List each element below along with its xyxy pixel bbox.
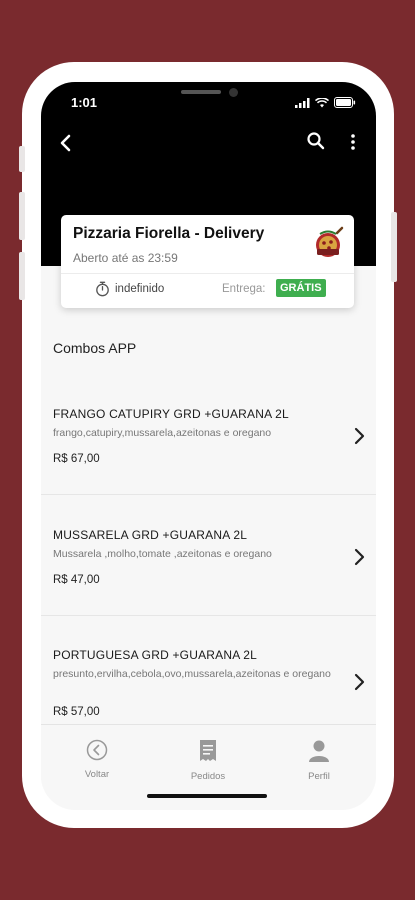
screen: 1:01 Pizzaria Fiorella - Delivery Aberto… (41, 82, 376, 810)
menu-item[interactable]: FRANGO CATUPIRY GRD +GUARANA 2L frango,c… (41, 374, 376, 495)
item-price: R$ 67,00 (53, 453, 100, 465)
item-title: PORTUGUESA GRD +GUARANA 2L (53, 648, 258, 662)
item-title: MUSSARELA GRD +GUARANA 2L (53, 528, 248, 542)
bottom-navigation: Voltar Pedidos Perfil (41, 724, 376, 786)
menu-list: FRANGO CATUPIRY GRD +GUARANA 2L frango,c… (41, 374, 376, 737)
delivery-time-estimate: indefinido (95, 281, 164, 297)
time-estimate-text: indefinido (115, 283, 165, 295)
nav-orders-label: Pedidos (190, 771, 226, 782)
nav-back-label: Voltar (84, 769, 110, 780)
chevron-right-icon (354, 673, 365, 691)
menu-item[interactable]: PORTUGUESA GRD +GUARANA 2L presunto,ervi… (41, 616, 376, 737)
item-description: frango,catupiry,mussarela,azeitonas e or… (53, 427, 272, 439)
wifi-icon (315, 97, 329, 107)
delivery-label: Entrega: (222, 283, 266, 295)
restaurant-info-card: Pizzaria Fiorella - Delivery Aberto até … (61, 215, 354, 308)
nav-profile-label: Perfil (308, 771, 330, 782)
item-price: R$ 57,00 (53, 706, 100, 718)
nav-orders[interactable]: Pedidos (168, 739, 248, 782)
status-time: 1:01 (71, 95, 98, 110)
restaurant-logo (310, 225, 346, 261)
chevron-left-icon (60, 134, 71, 152)
free-delivery-badge: GRÁTIS (276, 279, 326, 297)
power-button (391, 212, 397, 282)
home-indicator (147, 794, 267, 798)
volume-down-button (19, 252, 25, 300)
status-icons (295, 97, 356, 108)
more-vertical-icon (351, 134, 355, 150)
back-button[interactable] (53, 130, 79, 156)
item-description: Mussarela ,molho,tomate ,azeitonas e ore… (53, 548, 272, 560)
nav-back[interactable]: Voltar (57, 739, 137, 780)
search-icon (307, 132, 325, 150)
back-circle-icon (86, 739, 108, 761)
stopwatch-icon (96, 281, 109, 297)
restaurant-name: Pizzaria Fiorella - Delivery (73, 225, 265, 242)
volume-up-button (19, 192, 25, 240)
silent-switch (19, 146, 25, 172)
item-description: presunto,ervilha,cebola,ovo,mussarela,az… (53, 668, 331, 680)
opening-hours: Aberto até as 23:59 (73, 251, 178, 265)
chevron-right-icon (354, 548, 365, 566)
person-icon (309, 740, 329, 762)
card-divider (61, 273, 354, 274)
item-title: FRANGO CATUPIRY GRD +GUARANA 2L (53, 407, 289, 421)
signal-icon (295, 97, 310, 108)
item-price: R$ 47,00 (53, 574, 100, 586)
chevron-right-icon (354, 427, 365, 445)
battery-icon (334, 97, 356, 108)
phone-frame: 1:01 Pizzaria Fiorella - Delivery Aberto… (19, 62, 397, 828)
more-options-button[interactable] (345, 130, 361, 154)
nav-profile[interactable]: Perfil (279, 739, 359, 782)
notch (129, 82, 289, 110)
section-title: Combos APP (53, 340, 137, 356)
receipt-icon (200, 740, 216, 761)
menu-item[interactable]: MUSSARELA GRD +GUARANA 2L Mussarela ,mol… (41, 495, 376, 616)
search-button[interactable] (305, 130, 327, 152)
